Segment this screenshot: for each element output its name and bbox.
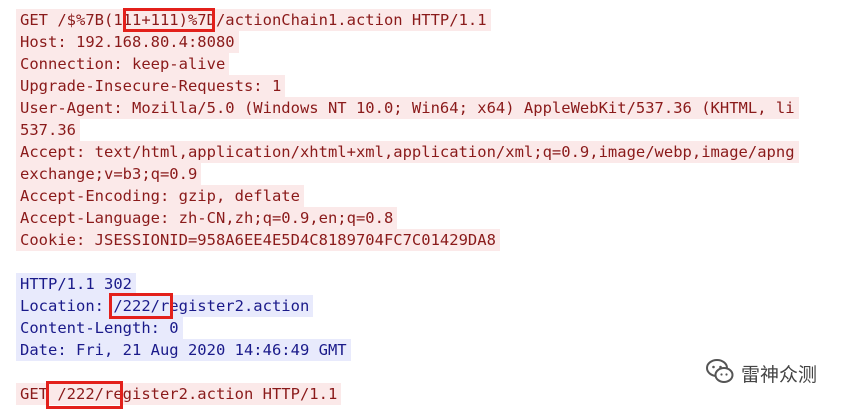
watermark: 雷神众测	[705, 357, 817, 389]
watermark-text: 雷神众测	[741, 363, 818, 386]
http-log-pane[interactable]: GET /$%7B(111+111)%7D/actionChain1.actio…	[0, 0, 847, 409]
request-header-cookie: Cookie: JSESSIONID=958A6EE4E5D4C8189704F…	[16, 229, 500, 251]
request-header-accept-cont: exchange;v=b3;q=0.9	[16, 163, 202, 185]
request-header-user-agent: User-Agent: Mozilla/5.0 (Windows NT 10.0…	[16, 97, 799, 119]
request-header-accept: Accept: text/html,application/xhtml+xml,…	[16, 141, 799, 163]
request-header-accept-encoding: Accept-Encoding: gzip, deflate	[16, 185, 304, 207]
response-header-location: Location: /222/register2.action	[16, 295, 314, 317]
editor-gutter	[0, 0, 16, 409]
wechat-icon	[705, 356, 735, 391]
request2-line: GET /222/register2.action HTTP/1.1	[16, 383, 342, 405]
request-line: GET /$%7B(111+111)%7D/actionChain1.actio…	[16, 9, 491, 31]
request-header-connection: Connection: keep-alive	[16, 53, 230, 75]
request-header-host: Host: 192.168.80.4:8080	[16, 31, 239, 53]
response-status-line: HTTP/1.1 302	[16, 273, 136, 295]
request-header-accept-language: Accept-Language: zh-CN,zh;q=0.9,en;q=0.8	[16, 207, 398, 229]
response-header-content-length: Content-Length: 0	[16, 317, 183, 339]
request-header-upgrade: Upgrade-Insecure-Requests: 1	[16, 75, 286, 97]
request-header-user-agent-cont: 537.36	[16, 119, 80, 141]
response-header-date: Date: Fri, 21 Aug 2020 14:46:49 GMT	[16, 339, 351, 361]
